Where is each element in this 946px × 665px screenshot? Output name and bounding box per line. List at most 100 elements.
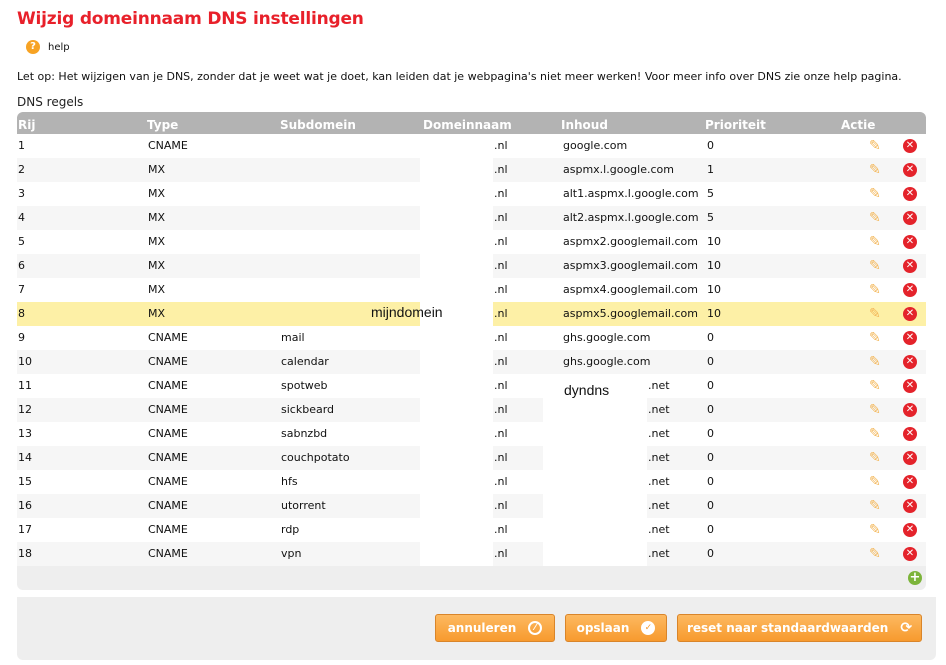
delete-icon[interactable]: ✕	[903, 187, 917, 201]
row-tld: .nl	[494, 547, 508, 560]
row-subdomain: utorrent	[281, 499, 326, 512]
row-tld: .nl	[494, 235, 508, 248]
row-number: 15	[18, 475, 32, 488]
row-priority: 5	[707, 187, 714, 200]
delete-icon[interactable]: ✕	[903, 475, 917, 489]
row-priority: 0	[707, 547, 714, 560]
row-type: CNAME	[148, 139, 188, 152]
row-tld: .nl	[494, 523, 508, 536]
cancel-label: annuleren	[447, 621, 517, 635]
edit-pencil-icon[interactable]: ✎	[869, 187, 883, 201]
edit-pencil-icon[interactable]: ✎	[869, 451, 883, 465]
row-tld: .nl	[494, 187, 508, 200]
row-content-tld: .net	[648, 499, 670, 512]
row-tld: .nl	[494, 355, 508, 368]
row-number: 7	[18, 283, 25, 296]
row-number: 8	[18, 307, 25, 320]
delete-icon[interactable]: ✕	[903, 427, 917, 441]
row-tld: .nl	[494, 259, 508, 272]
row-subdomain: calendar	[281, 355, 329, 368]
edit-pencil-icon[interactable]: ✎	[869, 331, 883, 345]
row-content-tld: .net	[648, 475, 670, 488]
help-link[interactable]: ? help	[26, 40, 70, 54]
row-tld: .nl	[494, 475, 508, 488]
row-tld: .nl	[494, 139, 508, 152]
row-priority: 10	[707, 307, 721, 320]
row-priority: 0	[707, 427, 714, 440]
edit-pencil-icon[interactable]: ✎	[869, 259, 883, 273]
row-number: 11	[18, 379, 32, 392]
delete-icon[interactable]: ✕	[903, 259, 917, 273]
row-priority: 10	[707, 235, 721, 248]
warning-text: Let op: Het wijzigen van je DNS, zonder …	[17, 70, 902, 83]
row-content-tld: .net	[648, 427, 670, 440]
delete-icon[interactable]: ✕	[903, 211, 917, 225]
row-content: alt1.aspmx.l.google.com	[563, 187, 699, 200]
row-priority: 5	[707, 211, 714, 224]
delete-icon[interactable]: ✕	[903, 163, 917, 177]
edit-pencil-icon[interactable]: ✎	[869, 283, 883, 297]
save-button[interactable]: opslaan ✓	[565, 614, 667, 642]
row-type: CNAME	[148, 379, 188, 392]
edit-pencil-icon[interactable]: ✎	[869, 235, 883, 249]
row-number: 2	[18, 163, 25, 176]
refresh-icon: ⟳	[900, 620, 913, 636]
delete-icon[interactable]: ✕	[903, 547, 917, 561]
edit-pencil-icon[interactable]: ✎	[869, 523, 883, 537]
row-type: MX	[148, 211, 166, 224]
row-type: MX	[148, 307, 166, 320]
delete-icon[interactable]: ✕	[903, 283, 917, 297]
delete-icon[interactable]: ✕	[903, 523, 917, 537]
edit-pencil-icon[interactable]: ✎	[869, 379, 883, 393]
delete-icon[interactable]: ✕	[903, 499, 917, 513]
row-subdomain: sickbeard	[281, 403, 335, 416]
cancel-button[interactable]: annuleren ⁄	[435, 614, 555, 642]
row-subdomain: sabnzbd	[281, 427, 328, 440]
row-tld: .nl	[494, 451, 508, 464]
row-type: CNAME	[148, 523, 188, 536]
help-label: help	[48, 41, 70, 53]
row-number: 12	[18, 403, 32, 416]
reset-button[interactable]: reset naar standaardwaarden ⟳	[677, 614, 922, 642]
row-type: CNAME	[148, 499, 188, 512]
delete-icon[interactable]: ✕	[903, 451, 917, 465]
row-content: aspmx.l.google.com	[563, 163, 674, 176]
row-priority: 0	[707, 355, 714, 368]
edit-pencil-icon[interactable]: ✎	[869, 163, 883, 177]
delete-icon[interactable]: ✕	[903, 355, 917, 369]
row-content-tld: .net	[648, 547, 670, 560]
row-number: 3	[18, 187, 25, 200]
row-number: 14	[18, 451, 32, 464]
row-priority: 0	[707, 523, 714, 536]
edit-pencil-icon[interactable]: ✎	[869, 307, 883, 321]
add-row-icon[interactable]: +	[908, 571, 922, 585]
delete-icon[interactable]: ✕	[903, 235, 917, 249]
row-number: 1	[18, 139, 25, 152]
row-type: CNAME	[148, 547, 188, 560]
row-content: aspmx4.googlemail.com	[563, 283, 698, 296]
edit-pencil-icon[interactable]: ✎	[869, 475, 883, 489]
edit-pencil-icon[interactable]: ✎	[869, 139, 883, 153]
row-tld: .nl	[494, 283, 508, 296]
row-number: 16	[18, 499, 32, 512]
edit-pencil-icon[interactable]: ✎	[869, 427, 883, 441]
edit-pencil-icon[interactable]: ✎	[869, 547, 883, 561]
table-footer: +	[17, 566, 926, 590]
edit-pencil-icon[interactable]: ✎	[869, 211, 883, 225]
edit-pencil-icon[interactable]: ✎	[869, 355, 883, 369]
row-type: CNAME	[148, 451, 188, 464]
row-priority: 0	[707, 139, 714, 152]
delete-icon[interactable]: ✕	[903, 379, 917, 393]
edit-pencil-icon[interactable]: ✎	[869, 403, 883, 417]
delete-icon[interactable]: ✕	[903, 307, 917, 321]
row-subdomain: rdp	[281, 523, 300, 536]
delete-icon[interactable]: ✕	[903, 139, 917, 153]
cancel-icon: ⁄	[528, 621, 543, 635]
row-content: google.com	[563, 139, 628, 152]
row-type: CNAME	[148, 427, 188, 440]
domain-redaction	[420, 134, 493, 566]
delete-icon[interactable]: ✕	[903, 331, 917, 345]
edit-pencil-icon[interactable]: ✎	[869, 499, 883, 513]
row-type: CNAME	[148, 403, 188, 416]
delete-icon[interactable]: ✕	[903, 403, 917, 417]
